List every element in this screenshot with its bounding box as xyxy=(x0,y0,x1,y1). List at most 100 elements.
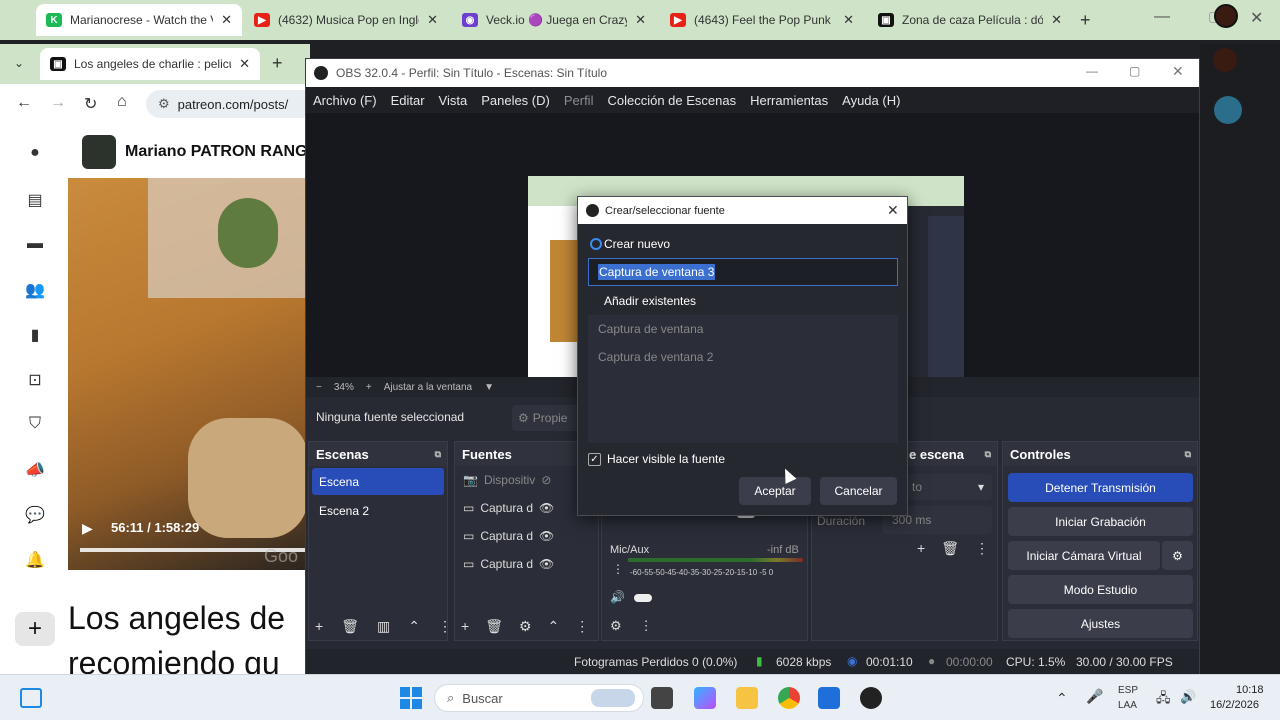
start-recording-button[interactable]: Iniciar Grabación xyxy=(1008,507,1193,536)
site-info-icon[interactable]: ⚙ xyxy=(158,96,170,112)
chevron-down-icon[interactable]: ▼ xyxy=(484,382,494,393)
list-item[interactable]: Captura de ventana xyxy=(588,315,898,343)
feed-icon[interactable]: ▤ xyxy=(24,190,46,209)
close-icon[interactable]: ✕ xyxy=(1172,63,1184,80)
shield-icon[interactable]: ⛉ xyxy=(24,415,46,433)
eye-icon[interactable]: 👁 xyxy=(539,529,554,543)
undock-icon[interactable]: ⧉ xyxy=(985,449,991,460)
browser-tab-5[interactable]: ▣ Zona de caza Película : dón ✕ xyxy=(868,4,1072,36)
payouts-icon[interactable]: ⊡ xyxy=(24,370,46,389)
cancel-button[interactable]: Cancelar xyxy=(820,477,897,505)
store-icon[interactable] xyxy=(818,687,840,709)
chevron-down-icon[interactable]: ⌄ xyxy=(14,56,24,70)
new-tab-icon[interactable]: + xyxy=(1080,10,1091,31)
create-button[interactable]: + xyxy=(15,612,55,646)
eye-hidden-icon[interactable]: ⊘ xyxy=(541,473,551,487)
eye-icon[interactable]: 👁 xyxy=(539,501,554,515)
zoom-out-icon[interactable]: − xyxy=(316,382,322,393)
menu-perfil[interactable]: Perfil xyxy=(564,93,594,108)
add-icon[interactable]: + xyxy=(461,618,469,635)
avatar[interactable] xyxy=(1214,96,1242,124)
volume-icon[interactable]: 🔊 xyxy=(1180,689,1196,705)
trash-icon[interactable]: 🗑 xyxy=(341,618,359,635)
scene-item[interactable]: Escena 2 xyxy=(312,497,444,524)
close-icon[interactable]: ✕ xyxy=(239,56,250,72)
back-icon[interactable]: ← xyxy=(16,94,32,112)
browser-tab-3[interactable]: ◉ Veck.io 🟣 Juega en CrazyG ✕ xyxy=(452,4,656,36)
volume-handle[interactable] xyxy=(634,594,652,602)
filter-icon[interactable]: ▥ xyxy=(377,618,390,635)
more-icon[interactable]: ⋮ xyxy=(612,562,624,576)
trash-icon[interactable]: 🗑 xyxy=(485,618,503,635)
accept-button[interactable]: Aceptar xyxy=(739,477,811,505)
avatar[interactable] xyxy=(82,135,116,169)
taskbar-search[interactable]: ⌕ Buscar xyxy=(434,684,644,712)
list-item[interactable]: Captura de ventana 2 xyxy=(588,343,898,371)
trash-icon[interactable]: 🗑 xyxy=(941,540,959,557)
notifications-icon[interactable]: 🔔 xyxy=(24,550,46,569)
maximize-icon[interactable]: ▢ xyxy=(1129,64,1140,78)
more-icon[interactable]: ⋮ xyxy=(438,618,452,635)
home-icon[interactable]: ⌂ xyxy=(117,93,127,111)
reload-icon[interactable]: ↻ xyxy=(84,94,97,114)
menu-coleccion[interactable]: Colección de Escenas xyxy=(607,93,736,108)
browser-tab-1[interactable]: K Marianocrese - Watch the V ✕ xyxy=(36,4,242,36)
menu-herramientas[interactable]: Herramientas xyxy=(750,93,828,108)
close-icon[interactable]: ✕ xyxy=(635,12,646,28)
close-icon[interactable]: ✕ xyxy=(887,202,899,219)
close-window-icon[interactable]: ✕ xyxy=(1250,8,1263,28)
microphone-icon[interactable]: 🎤 xyxy=(1086,688,1103,705)
chevron-up-icon[interactable]: ⌃ xyxy=(1056,690,1068,707)
patreon-logo-icon[interactable]: ● xyxy=(24,144,46,162)
insights-icon[interactable]: ▮ xyxy=(24,325,46,344)
studio-mode-button[interactable]: Modo Estudio xyxy=(1008,575,1193,604)
menu-ayuda[interactable]: Ayuda (H) xyxy=(842,93,900,108)
speaker-icon[interactable]: 🔊 xyxy=(610,590,625,604)
browser-tab-2[interactable]: ▶ (4632) Musica Pop en Ingle ✕ xyxy=(244,4,448,36)
start-virtual-camera-button[interactable]: Iniciar Cámara Virtual xyxy=(1008,541,1160,570)
windows-start-icon[interactable] xyxy=(400,687,422,709)
source-item[interactable]: ▭ Captura d 👁 xyxy=(455,522,598,550)
language-code[interactable]: ESP xyxy=(1118,685,1138,696)
source-item[interactable]: ▭ Captura d 👁 xyxy=(455,550,598,578)
more-icon[interactable]: ⋮ xyxy=(640,618,653,634)
add-icon[interactable]: + xyxy=(315,618,323,635)
add-icon[interactable]: + xyxy=(917,540,925,557)
network-icon[interactable]: 🖧 xyxy=(1156,689,1171,711)
promote-icon[interactable]: 📣 xyxy=(24,460,46,479)
chrome-icon[interactable] xyxy=(778,687,800,709)
language-layout[interactable]: LAA xyxy=(1118,700,1137,711)
chat-icon[interactable]: 💬 xyxy=(24,505,46,524)
obs-icon[interactable] xyxy=(860,687,882,709)
eye-icon[interactable]: 👁 xyxy=(539,557,554,571)
source-name-input[interactable]: Captura de ventana 3 xyxy=(588,258,898,286)
menu-paneles[interactable]: Paneles (D) xyxy=(481,93,550,108)
minimize-icon[interactable]: — xyxy=(1086,64,1098,78)
widgets-icon[interactable] xyxy=(20,688,42,708)
menu-editar[interactable]: Editar xyxy=(391,93,425,108)
minimize-icon[interactable]: — xyxy=(1154,8,1170,26)
virtual-camera-settings-button[interactable]: ⚙ xyxy=(1162,541,1193,570)
play-icon[interactable]: ▶ xyxy=(82,520,93,537)
add-existing-radio[interactable]: Añadir existentes xyxy=(590,294,696,308)
file-explorer-icon[interactable] xyxy=(736,687,758,709)
more-icon[interactable]: ⋮ xyxy=(575,618,589,635)
make-visible-checkbox[interactable]: ✓ Hacer visible la fuente xyxy=(588,452,725,466)
stop-streaming-button[interactable]: Detener Transmisión xyxy=(1008,473,1193,502)
undock-icon[interactable]: ⧉ xyxy=(435,449,441,460)
task-view-icon[interactable] xyxy=(651,687,673,709)
undock-icon[interactable]: ⧉ xyxy=(1185,449,1191,460)
forward-icon[interactable]: → xyxy=(50,94,66,112)
zoom-in-icon[interactable]: + xyxy=(366,382,372,393)
creator-name[interactable]: Mariano PATRON RANG xyxy=(125,143,308,161)
menu-vista[interactable]: Vista xyxy=(439,93,468,108)
address-input[interactable]: ⚙ patreon.com/posts/ xyxy=(146,90,316,118)
chevron-up-icon[interactable]: ⌃ xyxy=(548,618,560,635)
browser-tab-4[interactable]: ▶ (4643) Feel the Pop Punk En ✕ xyxy=(660,4,864,36)
clock-time[interactable]: 10:18 xyxy=(1236,684,1264,696)
copilot-icon[interactable] xyxy=(694,687,716,709)
close-icon[interactable]: ✕ xyxy=(843,12,854,28)
new-tab-icon[interactable]: + xyxy=(272,53,283,74)
gear-icon[interactable]: ⚙ xyxy=(610,618,622,634)
gear-icon[interactable]: ⚙ xyxy=(519,618,532,635)
